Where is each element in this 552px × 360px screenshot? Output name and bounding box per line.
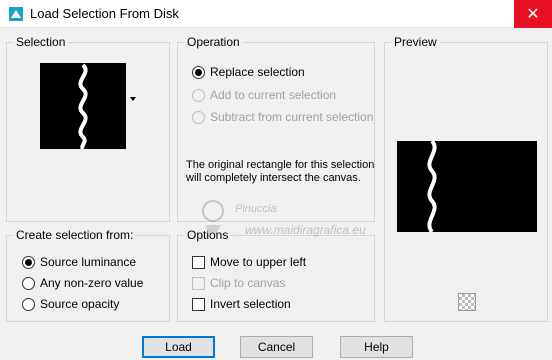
source-luminance-radio[interactable]: Source luminance [22, 255, 136, 269]
cancel-button[interactable]: Cancel [240, 336, 313, 358]
operation-group-title: Operation [184, 35, 243, 49]
radio-icon [192, 65, 205, 79]
selection-dropdown-icon[interactable] [130, 97, 136, 101]
checkbox-icon [192, 276, 205, 290]
operation-info-text: The original rectangle for this selectio… [186, 159, 375, 184]
wave-line-icon [78, 63, 88, 151]
checkbox-icon [192, 255, 205, 269]
radio-icon [22, 276, 35, 290]
load-button[interactable]: Load [142, 336, 215, 358]
close-button[interactable]: ✕ [514, 0, 552, 28]
any-non-zero-radio[interactable]: Any non-zero value [22, 276, 143, 290]
help-button[interactable]: Help [340, 336, 413, 358]
checkbox-label: Clip to canvas [210, 276, 286, 290]
clip-to-canvas-checkbox[interactable]: Clip to canvas [192, 276, 285, 290]
preview-group-title: Preview [391, 35, 440, 49]
checkbox-label: Move to upper left [210, 255, 307, 269]
replace-selection-radio[interactable]: Replace selection [192, 65, 305, 79]
window-title: Load Selection From Disk [30, 6, 179, 21]
checkbox-label: Invert selection [210, 297, 291, 311]
transparency-checker-icon[interactable] [458, 293, 476, 311]
radio-icon [22, 255, 35, 269]
radio-label: Source luminance [40, 255, 137, 269]
radio-label: Replace selection [210, 65, 305, 79]
radio-icon [192, 110, 205, 124]
preview-image [397, 139, 537, 234]
wave-line-icon [427, 139, 437, 234]
create-from-group-title: Create selection from: [13, 228, 137, 242]
options-group-title: Options [184, 228, 232, 242]
radio-icon [22, 297, 35, 311]
selection-group-title: Selection [13, 35, 69, 49]
radio-label: Source opacity [40, 297, 120, 311]
invert-selection-checkbox[interactable]: Invert selection [192, 297, 291, 311]
radio-label: Subtract from current selection [210, 110, 374, 124]
add-selection-radio[interactable]: Add to current selection [192, 88, 336, 102]
title-bar: Load Selection From Disk ✕ [0, 0, 552, 28]
selection-thumbnail[interactable] [40, 63, 126, 151]
close-icon: ✕ [526, 6, 540, 23]
subtract-selection-radio[interactable]: Subtract from current selection [192, 110, 373, 124]
checkbox-icon [192, 297, 205, 311]
radio-label: Any non-zero value [40, 276, 144, 290]
move-upper-left-checkbox[interactable]: Move to upper left [192, 255, 306, 269]
radio-icon [192, 88, 205, 102]
source-opacity-radio[interactable]: Source opacity [22, 297, 119, 311]
radio-label: Add to current selection [210, 88, 337, 102]
app-icon [9, 7, 23, 21]
